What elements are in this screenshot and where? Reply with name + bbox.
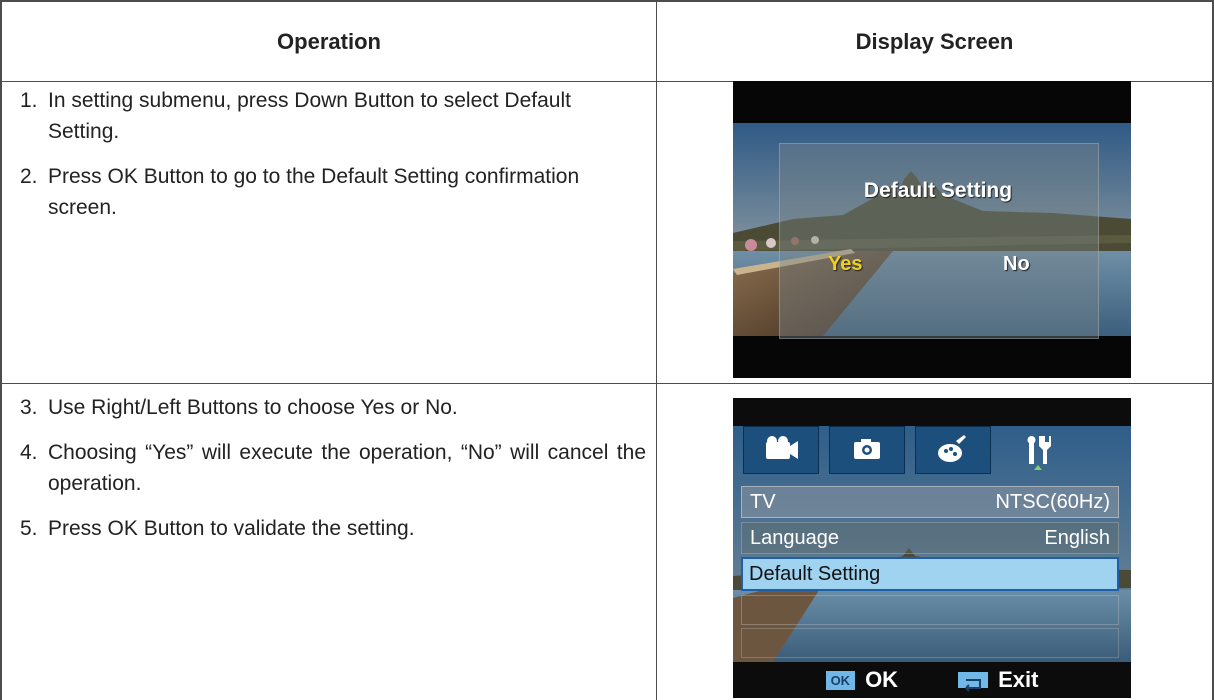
menu-item-empty bbox=[741, 595, 1119, 625]
table-border-middle bbox=[656, 0, 657, 700]
step-5: 5. Press OK Button to validate the setti… bbox=[20, 513, 646, 544]
video-camera-icon bbox=[766, 436, 798, 459]
setup-tools-icon bbox=[1027, 436, 1051, 470]
no-option[interactable]: No bbox=[1003, 253, 1030, 276]
menu-item-label: Language bbox=[750, 526, 839, 549]
dialog-box bbox=[779, 143, 1099, 339]
screen-footer: OK OK Exit bbox=[733, 662, 1131, 698]
tab-setup[interactable] bbox=[1001, 426, 1075, 472]
menu-item-tv[interactable]: TV NTSC(60Hz) bbox=[741, 486, 1119, 518]
ok-label: OK bbox=[865, 667, 899, 692]
tab-photo[interactable] bbox=[829, 426, 905, 474]
row1-steps: 1. In setting submenu, press Down Button… bbox=[20, 85, 646, 237]
row2-steps: 3. Use Right/Left Buttons to choose Yes … bbox=[20, 392, 646, 558]
menu-item-empty bbox=[741, 628, 1119, 658]
default-setting-confirm-screen: Default Setting Yes No bbox=[733, 81, 1131, 378]
effects-palette-icon bbox=[938, 435, 966, 462]
tab-video[interactable] bbox=[743, 426, 819, 474]
step-text: Choosing “Yes” will execute the operatio… bbox=[48, 441, 646, 495]
step-text: In setting submenu, press Down Button to… bbox=[48, 89, 571, 143]
step-1: 1. In setting submenu, press Down Button… bbox=[20, 85, 646, 147]
step-text: Press OK Button to validate the setting. bbox=[48, 517, 415, 540]
yes-option[interactable]: Yes bbox=[828, 253, 862, 276]
step-text: Press OK Button to go to the Default Set… bbox=[48, 165, 580, 219]
step-number: 3. bbox=[20, 396, 38, 419]
menu-item-value: NTSC(60Hz) bbox=[995, 490, 1110, 513]
photo-camera-icon bbox=[854, 439, 880, 459]
step-number: 2. bbox=[20, 165, 38, 188]
dialog-title: Default Setting bbox=[863, 179, 1013, 202]
header-display-screen: Display Screen bbox=[855, 28, 1014, 54]
ok-badge-icon: OK bbox=[825, 670, 856, 690]
setup-menu-screen: TV NTSC(60Hz) Language English Default S… bbox=[733, 398, 1131, 698]
step-4: 4. Choosing “Yes” will execute the opera… bbox=[20, 437, 646, 499]
table-border-left bbox=[0, 0, 2, 700]
menu-item-label: TV bbox=[750, 490, 776, 513]
operation-table: Operation Display Screen 1. In setting s… bbox=[0, 0, 1214, 700]
menu-item-value: English bbox=[1044, 526, 1110, 549]
step-text: Use Right/Left Buttons to choose Yes or … bbox=[48, 396, 458, 419]
menu-item-label: Default Setting bbox=[749, 562, 881, 585]
menu-item-default-setting[interactable]: Default Setting bbox=[741, 557, 1119, 591]
tab-effects[interactable] bbox=[915, 426, 991, 474]
header-operation: Operation bbox=[277, 28, 381, 54]
step-number: 5. bbox=[20, 517, 38, 540]
step-2: 2. Press OK Button to go to the Default … bbox=[20, 161, 646, 223]
step-number: 1. bbox=[20, 89, 38, 112]
exit-label: Exit bbox=[998, 667, 1039, 692]
return-icon bbox=[958, 672, 989, 692]
menu-item-language[interactable]: Language English bbox=[741, 522, 1119, 554]
step-3: 3. Use Right/Left Buttons to choose Yes … bbox=[20, 392, 646, 423]
table-border-row bbox=[0, 383, 1214, 384]
step-number: 4. bbox=[20, 441, 38, 464]
